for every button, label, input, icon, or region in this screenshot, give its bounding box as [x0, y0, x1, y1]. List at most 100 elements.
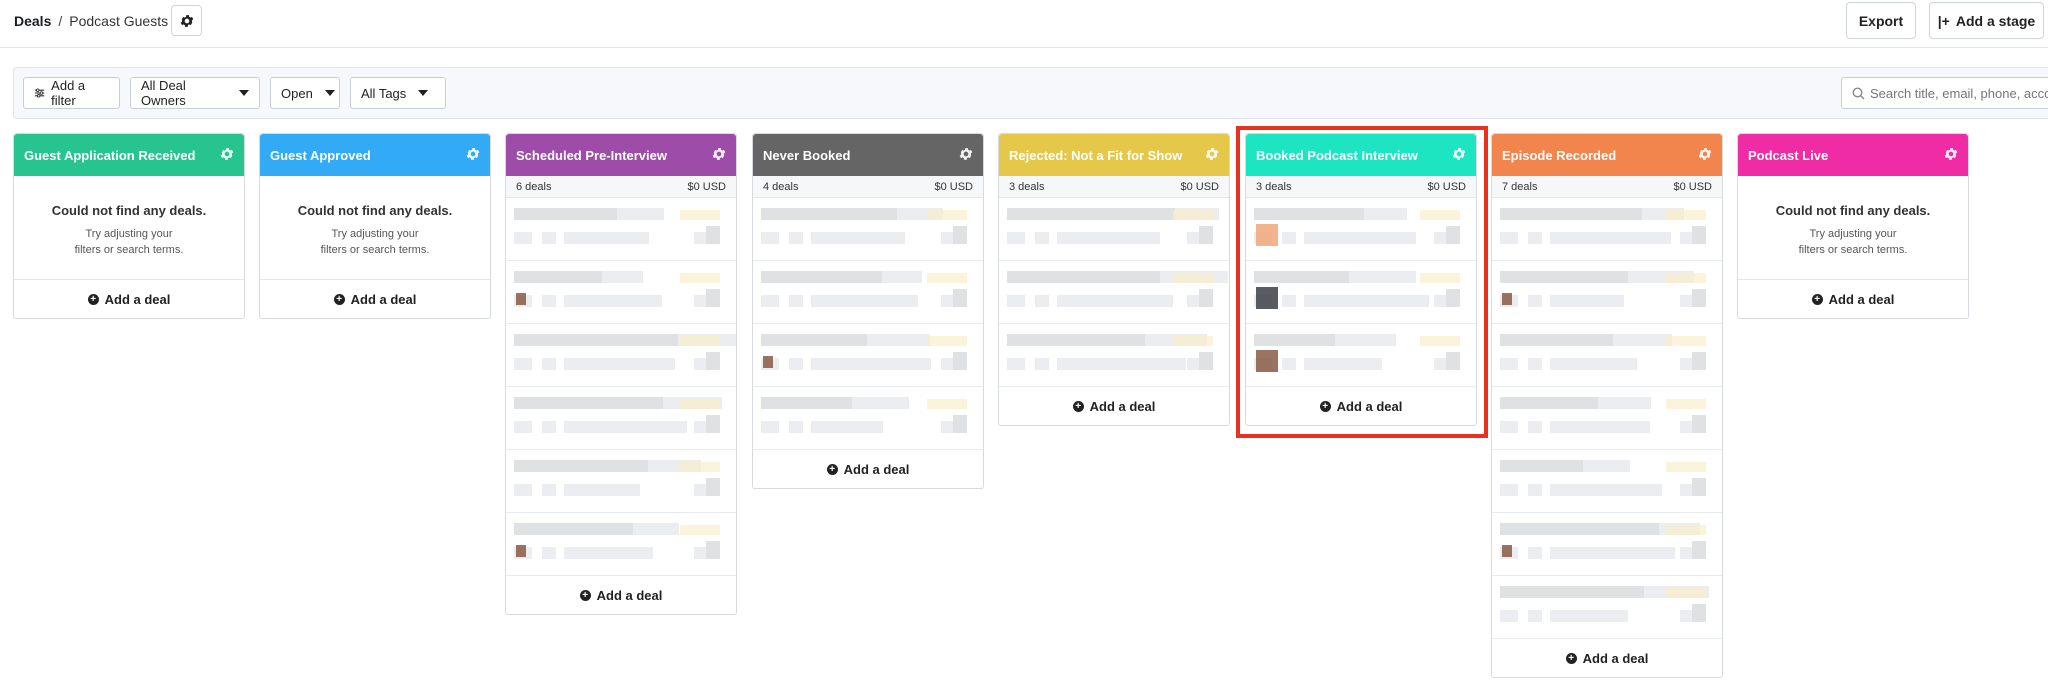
deal-card[interactable] [999, 261, 1229, 324]
deal-card[interactable] [506, 324, 736, 387]
stage-header[interactable]: Guest Application Received [14, 134, 244, 176]
gear-icon [1944, 147, 1958, 160]
tags-dropdown[interactable]: All Tags [350, 77, 446, 109]
deal-card[interactable] [1492, 513, 1722, 576]
redacted-content [1199, 352, 1213, 370]
stage-header[interactable]: Guest Approved [260, 134, 490, 176]
stage-settings-button[interactable] [465, 146, 481, 165]
export-button[interactable]: Export [1846, 2, 1916, 39]
stage-settings-button[interactable] [958, 146, 974, 165]
deal-card[interactable] [506, 198, 736, 261]
stage-title: Guest Approved [270, 147, 371, 163]
deal-card[interactable] [999, 324, 1229, 387]
redacted-content [542, 484, 556, 496]
add-deal-button[interactable]: + Add a deal [999, 387, 1229, 425]
add-deal-button[interactable]: + Add a deal [260, 280, 490, 318]
stage-summary: 7 deals $0 USD [1492, 176, 1722, 198]
redacted-content [706, 478, 720, 496]
redacted-content [941, 232, 953, 244]
redacted-content [1680, 610, 1692, 622]
deal-card[interactable] [1492, 198, 1722, 261]
redacted-content [1173, 210, 1213, 220]
pipeline-settings-button[interactable] [171, 5, 202, 36]
add-deal-button[interactable]: + Add a deal [1492, 639, 1722, 677]
redacted-content [761, 334, 867, 346]
stage-settings-button[interactable] [1204, 146, 1220, 165]
stage-settings-button[interactable] [219, 146, 235, 165]
deal-card[interactable] [1492, 324, 1722, 387]
redacted-content [694, 547, 706, 559]
redacted-content [694, 295, 706, 307]
redacted-content [1550, 547, 1675, 559]
pipeline-selector[interactable]: Podcast Guests [69, 13, 168, 29]
stage-title: Episode Recorded [1502, 147, 1617, 163]
redacted-content [514, 232, 532, 244]
redacted-content [542, 421, 556, 433]
redacted-content [514, 523, 633, 535]
add-deal-label: Add a deal [843, 461, 910, 477]
status-value: Open [281, 85, 313, 101]
redacted-content [953, 226, 967, 244]
plus-circle-icon: + [826, 463, 838, 475]
add-deal-label: Add a deal [596, 587, 663, 603]
redacted-content [761, 208, 897, 220]
search-box[interactable] [1841, 77, 2048, 109]
redacted-content [564, 547, 653, 559]
redacted-content [542, 358, 556, 370]
empty-hint: Try adjusting your filters or search term… [320, 228, 430, 256]
deal-card[interactable] [506, 513, 736, 576]
deal-card[interactable] [506, 450, 736, 513]
stage-header[interactable]: Episode Recorded [1492, 134, 1722, 176]
deal-card[interactable] [999, 198, 1229, 261]
redacted-content [761, 295, 779, 307]
deal-card[interactable] [753, 387, 983, 450]
add-filter-button[interactable]: Add a filter [23, 77, 120, 109]
deal-card[interactable] [1492, 387, 1722, 450]
stage-header[interactable]: Rejected: Not a Fit for Show [999, 134, 1229, 176]
deal-card[interactable] [1492, 576, 1722, 639]
redacted-content [1500, 358, 1518, 370]
deal-card[interactable] [753, 324, 983, 387]
redacted-content [1666, 525, 1706, 535]
deal-owner-dropdown[interactable]: All Deal Owners [130, 77, 260, 109]
redacted-content [927, 336, 967, 346]
redacted-content [680, 525, 720, 535]
redacted-content [1199, 289, 1213, 307]
status-dropdown[interactable]: Open [270, 77, 340, 109]
redacted-content [1007, 271, 1160, 283]
stage-settings-button[interactable] [711, 146, 727, 165]
stage-title: Never Booked [763, 147, 851, 163]
deal-card[interactable] [753, 198, 983, 261]
add-stage-button[interactable]: |+ Add a stage [1929, 2, 2044, 39]
stage-header[interactable]: Podcast Live [1738, 134, 1968, 176]
redacted-content [953, 289, 967, 307]
deal-card[interactable] [1492, 261, 1722, 324]
redacted-content [633, 523, 679, 535]
deal-card[interactable] [753, 261, 983, 324]
stage-header[interactable]: Never Booked [753, 134, 983, 176]
redacted-content [1502, 293, 1512, 305]
breadcrumb-deals-link[interactable]: Deals [14, 13, 51, 29]
top-bar: Deals / Podcast Guests Export |+ Add a s… [0, 0, 2048, 48]
redacted-content [1500, 397, 1598, 409]
redacted-content [811, 232, 905, 244]
add-stage-label: Add a stage [1955, 12, 2036, 29]
stage-settings-button[interactable] [1943, 146, 1959, 165]
redacted-content [564, 484, 640, 496]
add-deal-button[interactable]: + Add a deal [753, 450, 983, 488]
add-deal-button[interactable]: + Add a deal [14, 280, 244, 318]
deal-card[interactable] [506, 387, 736, 450]
deal-card[interactable] [1492, 450, 1722, 513]
stage-header[interactable]: Scheduled Pre-Interview [506, 134, 736, 176]
add-deal-button[interactable]: + Add a deal [1738, 280, 1968, 318]
redacted-content [706, 352, 720, 370]
gear-icon [180, 14, 193, 27]
redacted-content [852, 397, 909, 409]
stage-column: Scheduled Pre-Interview 6 deals $0 USD + Add… [505, 133, 737, 615]
search-input[interactable] [1870, 85, 2048, 101]
deal-card[interactable] [506, 261, 736, 324]
add-deal-button[interactable]: + Add a deal [506, 576, 736, 614]
stage-settings-button[interactable] [1697, 146, 1713, 165]
redacted-content [1680, 358, 1692, 370]
stage-total: $0 USD [1180, 180, 1219, 193]
